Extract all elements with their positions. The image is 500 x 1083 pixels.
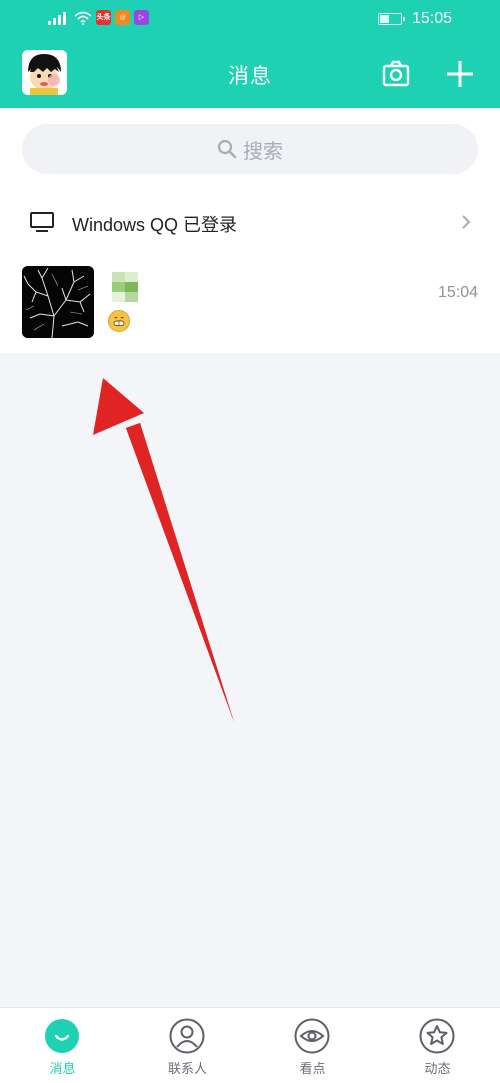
tab-label: 动态 (424, 1062, 451, 1077)
status-right: 15:05 (377, 10, 452, 28)
blurred-contact-name (112, 272, 138, 302)
toutiao-badge-icon: 头条 (96, 10, 111, 25)
pc-login-label: Windows QQ 已登录 (72, 215, 238, 235)
chat-avatar (22, 266, 94, 338)
contacts-person-icon (169, 1018, 205, 1054)
app-header: 消息 (0, 38, 500, 108)
eye-icon (294, 1018, 330, 1054)
tab-label: 联系人 (167, 1062, 207, 1077)
search-placeholder: 搜索 (243, 138, 283, 163)
cellular-signal-icon (48, 11, 70, 25)
status-left: 头条 ◎ ▷ (48, 10, 149, 25)
tab-kandian[interactable]: 看点 (250, 1008, 375, 1083)
wifi-icon (74, 11, 92, 25)
weibo-badge-icon: ◎ (115, 10, 130, 25)
search-bar[interactable]: 搜索 (22, 124, 478, 174)
status-bar: 头条 ◎ ▷ 15:05 (0, 0, 500, 38)
grin-emoji-icon (108, 310, 130, 332)
plus-icon[interactable] (446, 60, 474, 88)
status-time: 15:05 (411, 10, 452, 27)
pc-login-row[interactable]: Windows QQ 已登录 (0, 196, 500, 248)
message-bubble-icon (45, 1019, 79, 1053)
tab-contacts[interactable]: 联系人 (125, 1008, 250, 1083)
video-badge-icon: ▷ (134, 10, 149, 25)
monitor-icon (30, 212, 54, 232)
bottom-tab-bar: 消息 联系人 看点 动态 (0, 1007, 500, 1083)
search-icon (217, 139, 237, 159)
message-list: 搜索 Windows QQ 已登录 15:04 (0, 108, 500, 353)
chat-time: 15:04 (437, 284, 478, 301)
page-title: 消息 (228, 64, 272, 88)
camera-icon[interactable] (382, 60, 410, 88)
tab-label: 消息 (49, 1062, 76, 1077)
tab-label: 看点 (299, 1062, 326, 1077)
tab-moments[interactable]: 动态 (375, 1008, 500, 1083)
battery-fill (379, 15, 389, 23)
battery-icon (377, 13, 405, 25)
star-icon (419, 1018, 455, 1054)
chat-list-item[interactable]: 15:04 (0, 258, 500, 348)
tree-branches-image (22, 266, 94, 338)
tab-messages[interactable]: 消息 (0, 1008, 125, 1083)
chevron-right-icon (462, 215, 471, 229)
